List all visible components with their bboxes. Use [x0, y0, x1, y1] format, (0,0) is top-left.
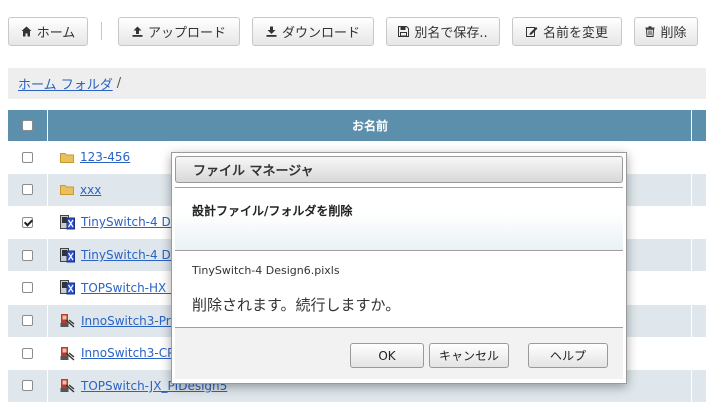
help-button[interactable]: ヘルプ — [528, 343, 608, 368]
dialog-header: 設計ファイル/フォルダを削除 — [175, 187, 623, 251]
dialog-message: 削除されます。続行しますか。 — [192, 296, 401, 314]
dialog-title: ファイル マネージャ — [175, 156, 623, 183]
dialog-heading: 設計ファイル/フォルダを削除 — [192, 204, 353, 218]
cancel-button[interactable]: キャンセル — [429, 343, 509, 368]
dialog-footer: OK キャンセル ヘルプ — [175, 327, 623, 379]
ok-button[interactable]: OK — [350, 343, 424, 368]
delete-confirm-dialog: ファイル マネージャ 設計ファイル/フォルダを削除 TinySwitch-4 D… — [171, 152, 627, 384]
dialog-filename: TinySwitch-4 Design6.pixls — [192, 264, 340, 277]
